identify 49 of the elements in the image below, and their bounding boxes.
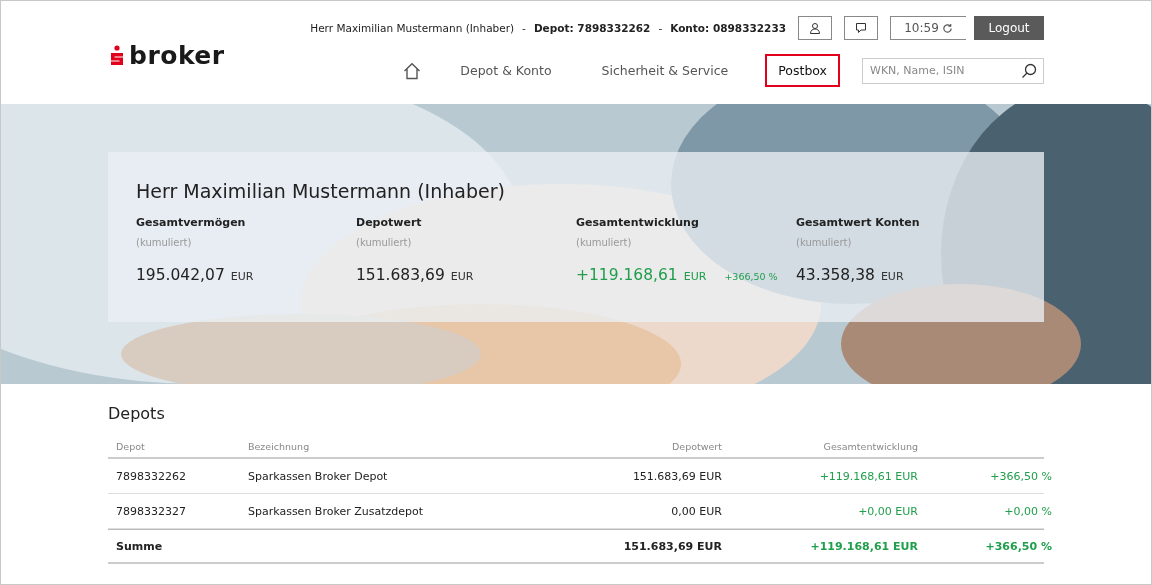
table-cell-text: 7898332262	[116, 469, 187, 483]
nav-link[interactable]: Depot & Konto	[447, 54, 565, 87]
stat-label: Gesamtvermögen	[136, 216, 247, 229]
column-header: Bezeichnung	[248, 440, 311, 452]
column-header: Gesamtentwicklung	[822, 440, 918, 452]
separator: -	[658, 22, 663, 34]
stat-unit: EUR	[230, 270, 254, 283]
stat-change: +366,50 %	[724, 271, 778, 282]
column-header: Depotwert	[671, 440, 722, 452]
logout-button[interactable]: Logout	[974, 16, 1044, 40]
stat-unit: EUR	[880, 270, 904, 283]
search-field[interactable]: WKN, Name, ISIN	[862, 57, 1044, 84]
table-cell-text: 7898332327	[116, 504, 187, 518]
stat-unit: EUR	[450, 270, 474, 283]
nav-link[interactable]: Sicherheit & Service	[588, 54, 742, 87]
stat-label: Gesamtentwicklung	[576, 216, 700, 229]
table-cell-text: +0,00 %	[1003, 504, 1052, 518]
separator: -	[522, 22, 526, 34]
column-header: Depot	[116, 440, 146, 452]
stat-label: Gesamtwert Konten	[796, 216, 921, 229]
table-cell-text: Summe	[116, 539, 164, 553]
table-cell-text: Sparkassen Broker Zusatzdepot	[248, 504, 424, 518]
stat-value: +119.168,61	[576, 266, 678, 284]
stat-label: Depotwert	[356, 216, 423, 229]
table-cell-text: +119.168,61 EUR	[818, 469, 918, 483]
table-cell-text: Sparkassen Broker Depot	[248, 469, 389, 483]
nav-link[interactable]: Postbox	[765, 54, 840, 87]
stat-value: 195.042,07	[136, 266, 225, 284]
table-cell-text: 0,00 EUR	[670, 504, 722, 518]
stat-note: (kumuliert)	[136, 237, 193, 248]
holder-name: Herr Maximilian Mustermann (Inhaber)	[310, 22, 515, 34]
table-cell-text: 151.683,69 EUR	[622, 539, 722, 553]
konto-number: Konto: 0898332233	[670, 22, 786, 34]
table-cell-text: +366,50 %	[989, 469, 1052, 483]
stat-value: 43.358,38	[796, 266, 875, 284]
table-cell-text: +119.168,61 EUR	[809, 539, 918, 553]
stat-note: (kumuliert)	[356, 237, 413, 248]
table-cell-text: 151.683,69 EUR	[631, 469, 722, 483]
table-cell-text: +0,00 EUR	[857, 504, 918, 518]
depot-number: Depot: 7898332262	[533, 22, 651, 34]
stat-unit: EUR	[683, 270, 707, 283]
session-timer-button[interactable]: 10:59	[890, 16, 966, 40]
card-title: Herr Maximilian Mustermann (Inhaber)	[136, 180, 506, 202]
stat-value: 151.683,69	[356, 266, 445, 284]
logo-text[interactable]: broker	[129, 41, 225, 70]
stat-note: (kumuliert)	[576, 237, 633, 248]
section-title: Depots	[108, 404, 166, 423]
stat-note: (kumuliert)	[796, 237, 853, 248]
table-cell-text: +366,50 %	[984, 539, 1052, 553]
